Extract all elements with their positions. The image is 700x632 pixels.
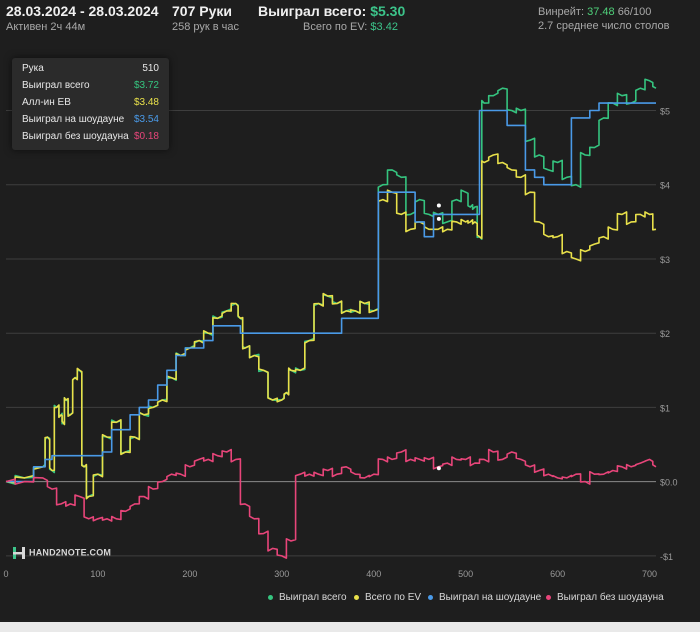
legend-item-won[interactable]: Выиграл всего xyxy=(268,592,347,603)
y-tick-label: $3 xyxy=(660,255,670,265)
hand2note-logo-icon xyxy=(13,547,25,559)
tooltip-value: $0.18 xyxy=(133,131,159,142)
x-tick-label: 300 xyxy=(274,569,289,579)
date-block: 28.03.2024 - 28.03.2024 Активен 2ч 44м xyxy=(6,3,159,33)
legend-dot-icon xyxy=(268,594,273,600)
legend-label: Выиграл на шоудауне xyxy=(439,592,542,603)
tooltip-label: Выиграл без шоудауна xyxy=(22,131,129,142)
x-tick-label: 0 xyxy=(3,569,8,579)
tooltip-row-won: Выиграл всего $3.72 xyxy=(22,80,159,96)
date-range: 28.03.2024 - 28.03.2024 xyxy=(6,3,159,19)
x-tick-label: 600 xyxy=(550,569,565,579)
series-line-showdown xyxy=(6,102,656,483)
x-tick-label: 200 xyxy=(182,569,197,579)
won-value: $5.30 xyxy=(370,3,406,19)
hands-rate: 258 рук в час xyxy=(172,21,240,33)
series-line-non-showdown xyxy=(5,448,657,559)
tooltip-value: 510 xyxy=(142,63,159,74)
legend-label: Всего по EV xyxy=(365,592,422,603)
won-label: Выиграл всего: xyxy=(258,3,367,19)
y-tick-label: $2 xyxy=(660,329,670,339)
stats-header: 28.03.2024 - 28.03.2024 Активен 2ч 44м 7… xyxy=(0,0,700,40)
tooltip-label: Рука xyxy=(22,63,44,74)
chart-legend: Выиграл всего Всего по EV Выиграл на шоу… xyxy=(0,592,700,606)
winrate-hands: 66/100 xyxy=(617,6,652,18)
legend-dot-icon xyxy=(354,594,359,600)
brand-text: HAND2NOTE.COM xyxy=(29,547,112,558)
legend-item-ev[interactable]: Всего по EV xyxy=(354,592,421,603)
x-tick-label: 500 xyxy=(458,569,473,579)
hover-tooltip: Рука 510 Выиграл всего $3.72 Алл-ин EB $… xyxy=(12,58,169,150)
hands-block: 707 Руки 258 рук в час xyxy=(172,3,239,33)
winrate-block: Винрейт: 37.48 66/100 2.7 среднее число … xyxy=(538,4,670,32)
hover-marker xyxy=(436,203,441,208)
winrate-value: 37.48 xyxy=(587,6,615,18)
winrate-label: Винрейт: xyxy=(538,6,585,18)
x-tick-label: 400 xyxy=(366,569,381,579)
tooltip-value: $3.54 xyxy=(133,114,159,125)
tooltip-value: $3.72 xyxy=(133,80,159,91)
won-block: Выиграл всего: $5.30 Всего по EV: $3.42 xyxy=(258,3,405,33)
hover-marker xyxy=(436,466,441,471)
x-tick-label: 700 xyxy=(642,569,657,579)
series-line-ev xyxy=(5,153,657,500)
tooltip-row-allin-ev: Алл-ин EB $3.48 xyxy=(22,97,159,113)
y-tick-label: $1 xyxy=(660,403,670,413)
legend-dot-icon xyxy=(546,594,551,600)
y-tick-label: -$1 xyxy=(660,552,673,562)
y-tick-label: $0.0 xyxy=(660,478,678,488)
legend-label: Выиграл без шоудауна xyxy=(557,592,664,603)
tooltip-row-showdown: Выиграл на шоудауне $3.54 xyxy=(22,114,159,130)
x-tick-label: 100 xyxy=(90,569,105,579)
y-tick-label: $4 xyxy=(660,181,670,191)
ev-label: Всего по EV: xyxy=(303,21,368,33)
tooltip-label: Алл-ин EB xyxy=(22,97,71,108)
brand-logo: HAND2NOTE.COM xyxy=(12,546,111,560)
tables-average: 2.7 среднее число столов xyxy=(538,20,670,32)
legend-item-showdown[interactable]: Выиграл на шоудауне xyxy=(428,592,541,603)
tooltip-label: Выиграл всего xyxy=(22,80,90,91)
tooltip-label: Выиграл на шоудауне xyxy=(22,114,125,125)
active-time: Активен 2ч 44м xyxy=(6,21,86,33)
hover-marker xyxy=(436,216,441,221)
tooltip-row-hand: Рука 510 xyxy=(22,63,159,79)
legend-dot-icon xyxy=(428,594,433,600)
tooltip-row-non-showdown: Выиграл без шоудауна $0.18 xyxy=(22,131,159,147)
legend-label: Выиграл всего xyxy=(279,592,347,603)
taskbar-strip xyxy=(0,622,700,632)
tooltip-value: $3.48 xyxy=(133,97,159,108)
hands-count: 707 Руки xyxy=(172,3,232,19)
y-tick-label: $5 xyxy=(660,107,670,117)
ev-value: $3.42 xyxy=(370,21,398,33)
legend-item-non-showdown[interactable]: Выиграл без шоудауна xyxy=(546,592,664,603)
